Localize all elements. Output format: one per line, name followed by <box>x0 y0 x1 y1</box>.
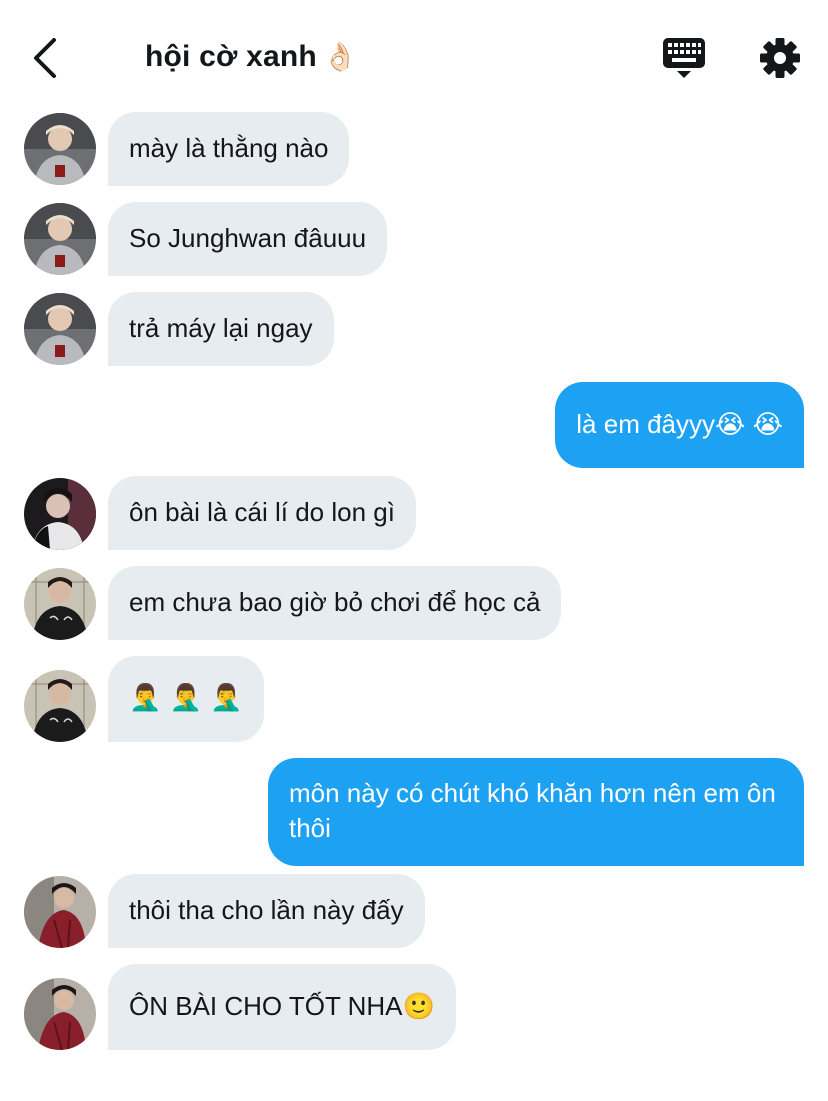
avatar-image <box>24 293 96 365</box>
avatar[interactable] <box>24 568 96 640</box>
message-bubble-incoming[interactable]: mày là thằng nào <box>108 112 350 186</box>
back-button[interactable] <box>28 36 64 80</box>
conversation-name: hội cờ xanh <box>145 40 317 73</box>
avatar-image <box>24 203 96 275</box>
message-bubble-incoming[interactable]: ÔN BÀI CHO TỐT NHA🙂 <box>108 964 456 1050</box>
avatar[interactable] <box>24 113 96 185</box>
message-row: môn này có chút khó khăn hơn nên em ôn t… <box>0 758 828 866</box>
message-row: 🤦‍♂️ 🤦‍♂️ 🤦‍♂️ <box>0 656 828 742</box>
ok-hand-emoji: 👌🏻 <box>322 40 358 73</box>
chat-header: hội cờ xanh 👌🏻 <box>0 0 828 110</box>
settings-button[interactable] <box>758 36 802 80</box>
avatar[interactable] <box>24 293 96 365</box>
message-bubble-outgoing[interactable]: là em đâyyy😭 😭 <box>555 382 804 468</box>
avatar[interactable] <box>24 876 96 948</box>
avatar[interactable] <box>24 670 96 742</box>
conversation-title[interactable]: hội cờ xanh 👌🏻 <box>145 40 358 74</box>
keyboard-button[interactable] <box>662 36 706 80</box>
avatar-image <box>24 478 96 550</box>
avatar[interactable] <box>24 203 96 275</box>
avatar-image <box>24 113 96 185</box>
message-row: trả máy lại ngay <box>0 292 828 366</box>
avatar-image <box>24 978 96 1050</box>
avatar[interactable] <box>24 478 96 550</box>
message-bubble-incoming[interactable]: So Junghwan đâuuu <box>108 202 388 276</box>
message-bubble-incoming[interactable]: 🤦‍♂️ 🤦‍♂️ 🤦‍♂️ <box>108 656 264 742</box>
message-row: là em đâyyy😭 😭 <box>0 382 828 468</box>
message-bubble-incoming[interactable]: thôi tha cho lần này đấy <box>108 874 425 948</box>
message-row: mày là thằng nào <box>0 112 828 186</box>
message-row: em chưa bao giờ bỏ chơi để học cả <box>0 566 828 640</box>
message-row: ÔN BÀI CHO TỐT NHA🙂 <box>0 964 828 1050</box>
avatar-image <box>24 568 96 640</box>
message-row: thôi tha cho lần này đấy <box>0 874 828 948</box>
message-bubble-outgoing[interactable]: môn này có chút khó khăn hơn nên em ôn t… <box>268 758 804 866</box>
avatar-image <box>24 670 96 742</box>
keyboard-icon <box>663 38 705 78</box>
gear-icon <box>760 38 800 78</box>
message-row: ôn bài là cái lí do lon gì <box>0 476 828 550</box>
message-bubble-incoming[interactable]: trả máy lại ngay <box>108 292 334 366</box>
avatar-image <box>24 876 96 948</box>
message-row: So Junghwan đâuuu <box>0 202 828 276</box>
message-bubble-incoming[interactable]: em chưa bao giờ bỏ chơi để học cả <box>108 566 562 640</box>
message-bubble-incoming[interactable]: ôn bài là cái lí do lon gì <box>108 476 416 550</box>
avatar[interactable] <box>24 978 96 1050</box>
chevron-left-icon <box>34 38 56 78</box>
